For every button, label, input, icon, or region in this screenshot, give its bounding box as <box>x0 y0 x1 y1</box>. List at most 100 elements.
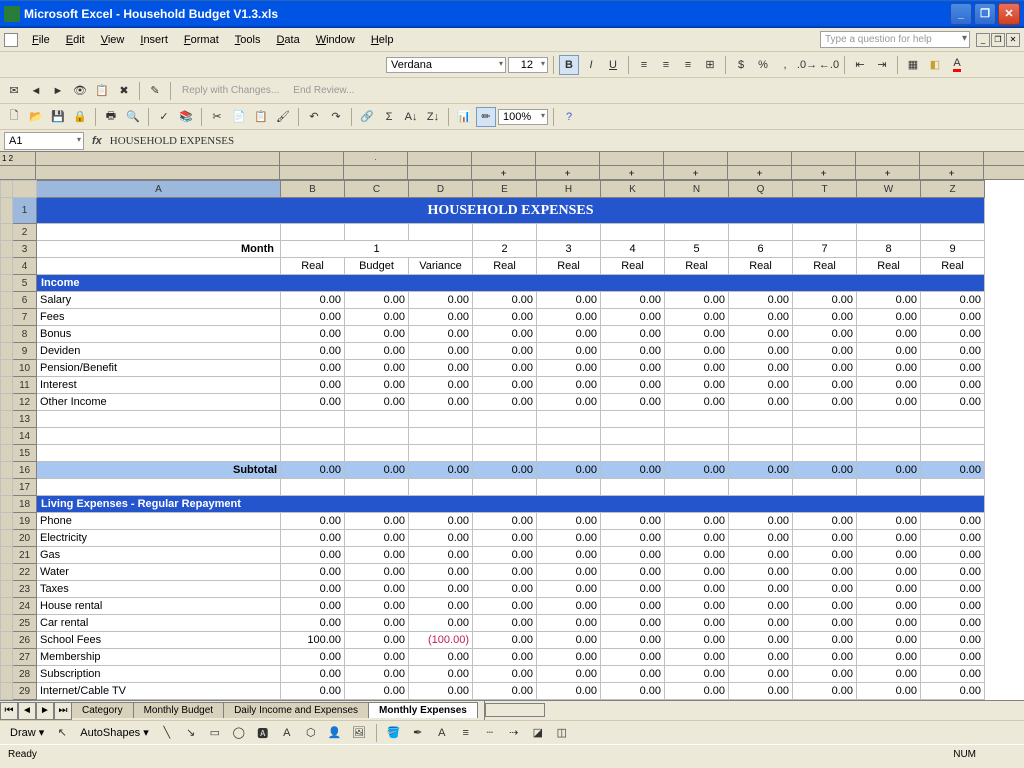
cell[interactable]: 0.00 <box>345 377 409 394</box>
cell[interactable]: 0.00 <box>345 360 409 377</box>
row-header-30[interactable]: 30 <box>13 700 37 701</box>
row-header-3[interactable]: 3 <box>13 241 37 258</box>
column-header-T[interactable]: T <box>793 181 857 198</box>
cell[interactable]: 0.00 <box>473 309 537 326</box>
cell[interactable]: 0.00 <box>409 581 473 598</box>
menu-edit[interactable]: Edit <box>58 32 93 48</box>
cell[interactable]: 0.00 <box>281 666 345 683</box>
cell[interactable]: 0.00 <box>729 581 793 598</box>
drawing-button[interactable]: ✏ <box>476 107 496 127</box>
cell[interactable]: 0.00 <box>473 394 537 411</box>
cell[interactable]: 0.00 <box>601 292 665 309</box>
cell[interactable]: 0.00 <box>729 632 793 649</box>
cell[interactable]: 0.00 <box>473 377 537 394</box>
cell[interactable]: 0.00 <box>537 309 601 326</box>
row-header-16[interactable]: 16 <box>13 462 37 479</box>
comma-button[interactable]: , <box>775 55 795 75</box>
row-label[interactable]: School Fees <box>37 632 281 649</box>
cell[interactable]: 0.00 <box>729 513 793 530</box>
row-label[interactable]: House rental <box>37 598 281 615</box>
cell[interactable]: 0.00 <box>665 394 729 411</box>
cell[interactable]: 0.00 <box>601 564 665 581</box>
row-header-29[interactable]: 29 <box>13 683 37 700</box>
cell[interactable]: 0.00 <box>921 394 985 411</box>
cell[interactable]: 0.00 <box>345 615 409 632</box>
cell[interactable]: 0.00 <box>537 326 601 343</box>
sheet-tab-category[interactable]: Category <box>71 702 134 718</box>
undo-button[interactable]: ↶ <box>304 107 324 127</box>
doc-restore-button[interactable]: ❐ <box>991 33 1005 47</box>
worksheet-grid[interactable]: ABCDEHKNQTWZ1HOUSEHOLD EXPENSES23Month12… <box>0 180 1024 700</box>
cell[interactable]: 0.00 <box>537 360 601 377</box>
sort-desc-button[interactable]: Z↓ <box>423 107 443 127</box>
column-header-W[interactable]: W <box>857 181 921 198</box>
column-outline-bar-2[interactable]: ++++++++ <box>0 166 1024 180</box>
cell[interactable]: 0.00 <box>537 292 601 309</box>
paste-button[interactable]: 📋 <box>251 107 271 127</box>
cell[interactable]: 0.00 <box>537 547 601 564</box>
decrease-indent-button[interactable]: ⇤ <box>850 55 870 75</box>
cell[interactable]: 0.00 <box>345 683 409 700</box>
cell[interactable]: 0.00 <box>409 513 473 530</box>
decrease-decimal-button[interactable]: ←.0 <box>819 55 839 75</box>
formula-input[interactable]: HOUSEHOLD EXPENSES <box>110 135 234 147</box>
cell[interactable]: 0.00 <box>409 615 473 632</box>
cut-button[interactable]: ✂ <box>207 107 227 127</box>
column-header-K[interactable]: K <box>601 181 665 198</box>
cell[interactable]: 0.00 <box>537 666 601 683</box>
cell[interactable]: 0.00 <box>281 513 345 530</box>
select-objects-button[interactable]: ↖ <box>52 723 72 743</box>
cell[interactable]: 0.00 <box>665 581 729 598</box>
format-painter-button[interactable]: 🖌 <box>273 107 293 127</box>
cell[interactable]: 0.00 <box>281 598 345 615</box>
close-button[interactable]: ✕ <box>998 3 1020 25</box>
cell[interactable]: 0.00 <box>665 649 729 666</box>
increase-indent-button[interactable]: ⇥ <box>872 55 892 75</box>
cell[interactable]: 0.00 <box>857 649 921 666</box>
wordart-icon[interactable]: A <box>277 723 297 743</box>
maximize-button[interactable]: ❐ <box>974 3 996 25</box>
sheet-title-cell[interactable]: HOUSEHOLD EXPENSES <box>37 198 985 224</box>
row-label[interactable]: Interest <box>37 377 281 394</box>
arrow-icon[interactable]: ↘ <box>181 723 201 743</box>
cell[interactable]: 0.00 <box>473 292 537 309</box>
cell[interactable]: 0.00 <box>345 343 409 360</box>
column-header-B[interactable]: B <box>281 181 345 198</box>
percent-button[interactable]: % <box>753 55 773 75</box>
cell[interactable]: 0.00 <box>665 547 729 564</box>
save-button[interactable]: 💾 <box>48 107 68 127</box>
cell[interactable]: 0.00 <box>473 530 537 547</box>
cell[interactable]: 0.00 <box>601 377 665 394</box>
bold-button[interactable]: B <box>559 55 579 75</box>
cell[interactable]: 0.00 <box>665 615 729 632</box>
cell[interactable]: 0.00 <box>473 598 537 615</box>
cell[interactable]: 0.00 <box>601 530 665 547</box>
column-header-D[interactable]: D <box>409 181 473 198</box>
cell[interactable]: 0.00 <box>665 360 729 377</box>
cell[interactable]: 0.00 <box>345 292 409 309</box>
cell[interactable]: 0.00 <box>921 683 985 700</box>
horizontal-scrollbar[interactable] <box>484 701 1024 720</box>
cell[interactable]: 0.00 <box>473 581 537 598</box>
italic-button[interactable]: I <box>581 55 601 75</box>
cell[interactable]: 0.00 <box>793 513 857 530</box>
cell[interactable]: 0.00 <box>281 292 345 309</box>
cell[interactable]: 0.00 <box>857 564 921 581</box>
cell[interactable]: 0.00 <box>281 326 345 343</box>
cell[interactable]: 0.00 <box>473 513 537 530</box>
column-header-Z[interactable]: Z <box>921 181 985 198</box>
cell[interactable]: 0.00 <box>921 326 985 343</box>
font-select[interactable]: Verdana <box>386 57 506 73</box>
oval-icon[interactable]: ◯ <box>229 723 249 743</box>
cell[interactable]: 0.00 <box>409 530 473 547</box>
row-label[interactable]: Fees <box>37 309 281 326</box>
cell[interactable]: 0.00 <box>793 683 857 700</box>
row-header-17[interactable]: 17 <box>13 479 37 496</box>
row-header-22[interactable]: 22 <box>13 564 37 581</box>
cell[interactable]: 0.00 <box>601 632 665 649</box>
cell[interactable]: 0.00 <box>921 360 985 377</box>
row-header-20[interactable]: 20 <box>13 530 37 547</box>
cell[interactable]: 0.00 <box>921 564 985 581</box>
row-header-14[interactable]: 14 <box>13 428 37 445</box>
cell[interactable]: 0.00 <box>857 615 921 632</box>
